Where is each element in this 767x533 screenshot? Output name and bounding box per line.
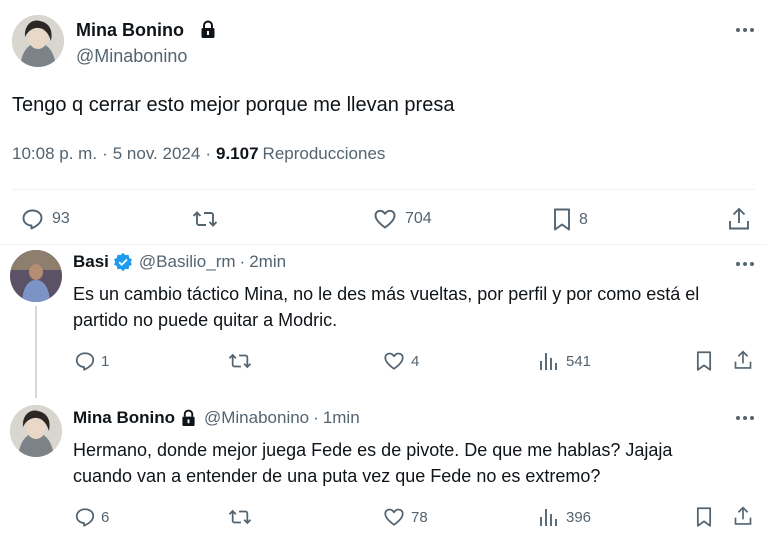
like-button[interactable]: 4	[383, 350, 419, 372]
share-button[interactable]	[727, 206, 751, 232]
reply-time[interactable]: 2min	[249, 252, 286, 272]
tweet-time[interactable]: 10:08 p. m.	[12, 144, 97, 164]
views-count: 541	[566, 352, 592, 370]
reply-button[interactable]: 6	[74, 506, 109, 528]
views-count: 396	[566, 508, 592, 526]
retweet-button[interactable]	[228, 350, 252, 372]
author-name[interactable]: Mina Bonino	[73, 408, 175, 428]
author-name[interactable]: Mina Bonino	[76, 20, 184, 41]
heart-icon	[384, 352, 404, 370]
tweet-text: Tengo q cerrar esto mejor porque me llev…	[12, 94, 455, 116]
reply-count: 6	[101, 508, 110, 526]
bookmark-button[interactable]	[695, 350, 713, 372]
verified-badge-icon	[113, 252, 132, 272]
reply-count: 1	[101, 352, 110, 370]
views-icon	[540, 353, 557, 370]
meta-separator: ·	[313, 408, 319, 427]
reply-count: 93	[52, 210, 70, 227]
meta-separator: ·	[102, 144, 108, 163]
reply-icon	[75, 352, 95, 371]
tweet-meta: 10:08 p. m. · 5 nov. 2024 · 9.107 Reprod…	[12, 144, 385, 164]
share-button[interactable]	[733, 349, 753, 371]
like-button[interactable]: 78	[383, 506, 428, 528]
lock-icon	[200, 20, 216, 39]
share-icon	[734, 350, 752, 369]
retweet-icon	[192, 211, 218, 227]
bookmark-button[interactable]: 8	[552, 207, 588, 232]
reply-icon	[75, 508, 95, 527]
bookmark-icon	[696, 351, 712, 371]
like-count: 78	[411, 508, 428, 526]
views-icon	[540, 509, 557, 526]
views-label: Reproducciones	[262, 144, 386, 163]
like-count: 4	[411, 352, 420, 370]
heart-icon	[374, 209, 396, 229]
author-handle[interactable]: @Minabonino	[204, 408, 309, 428]
reply-header: Mina Bonino @Minabonino · 1min	[73, 408, 360, 428]
thread-line	[35, 306, 37, 398]
reply-text: Es un cambio táctico Mina, no le des más…	[73, 284, 700, 330]
views-button[interactable]: 541	[538, 350, 591, 372]
divider	[12, 189, 755, 190]
lock-icon	[182, 409, 195, 426]
retweet-icon	[228, 509, 252, 525]
meta-separator: ·	[239, 252, 246, 271]
more-icon[interactable]	[733, 18, 757, 42]
views-button[interactable]: 396	[538, 506, 591, 528]
more-icon[interactable]	[733, 252, 757, 276]
retweet-button[interactable]	[228, 506, 252, 528]
like-count: 704	[405, 210, 432, 227]
heart-icon	[384, 508, 404, 526]
bookmark-count: 8	[579, 210, 588, 228]
like-button[interactable]: 704	[372, 207, 432, 231]
author-handle[interactable]: @Basilio_rm	[139, 252, 236, 272]
reply-text: Hermano, donde mejor juega Fede es de pi…	[73, 440, 673, 486]
avatar[interactable]	[12, 15, 64, 67]
more-icon[interactable]	[733, 406, 757, 430]
share-button[interactable]	[733, 505, 753, 527]
share-icon	[734, 506, 752, 525]
bookmark-icon	[696, 507, 712, 527]
author-name[interactable]: Basi	[73, 252, 109, 272]
bookmark-icon	[554, 208, 570, 231]
bookmark-button[interactable]	[695, 506, 713, 528]
author-handle[interactable]: @Minabonino	[76, 46, 187, 67]
reply-button[interactable]: 93	[20, 207, 70, 231]
tweet-date[interactable]: 5 nov. 2024	[113, 144, 201, 164]
divider	[0, 244, 767, 245]
reply-header: Basi @Basilio_rm · 2min	[73, 252, 286, 272]
avatar[interactable]	[10, 250, 62, 302]
avatar[interactable]	[10, 405, 62, 457]
retweet-icon	[228, 353, 252, 369]
meta-separator: ·	[205, 144, 211, 163]
reply-icon	[22, 209, 43, 230]
retweet-button[interactable]	[192, 207, 218, 231]
share-icon	[729, 207, 749, 230]
reply-time[interactable]: 1min	[323, 408, 360, 428]
views-count: 9.107	[216, 144, 259, 163]
reply-button[interactable]: 1	[74, 350, 109, 372]
